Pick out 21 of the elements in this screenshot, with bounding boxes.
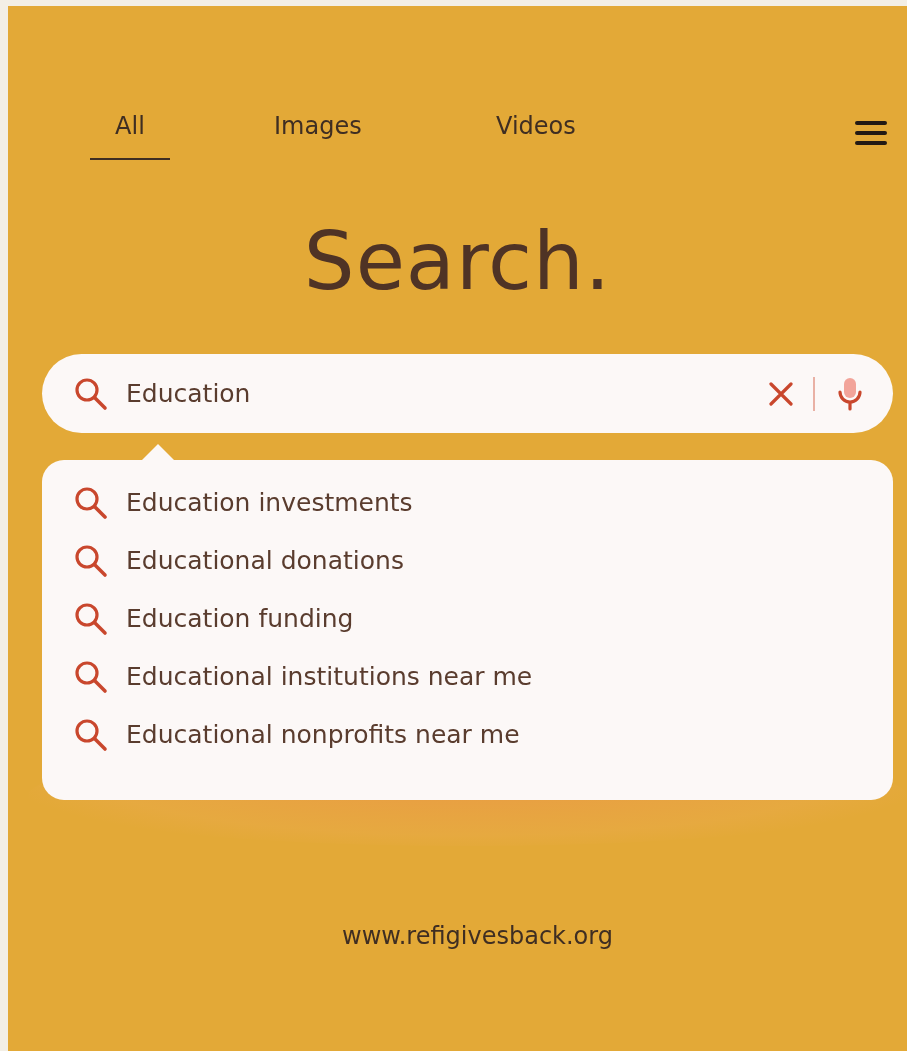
suggestion[interactable]: Education investments xyxy=(126,484,413,522)
search-input[interactable]: Education xyxy=(108,374,769,413)
tab[interactable]: Videos xyxy=(496,108,576,160)
tab[interactable]: Images xyxy=(274,108,362,160)
search-icon xyxy=(74,376,108,411)
microphone-icon[interactable] xyxy=(837,376,863,411)
search-icon xyxy=(74,660,108,694)
suggestion[interactable]: Education funding xyxy=(126,600,354,638)
search-icon xyxy=(74,602,108,636)
search-icon xyxy=(74,718,108,752)
search-field[interactable]: Education xyxy=(42,354,893,433)
search-icon xyxy=(74,544,108,578)
suggestion[interactable]: Educational institutions near me xyxy=(126,658,533,696)
heading: Search. xyxy=(302,214,613,306)
clear-icon[interactable] xyxy=(769,381,793,406)
menu-icon[interactable] xyxy=(855,120,887,146)
tab[interactable]: All xyxy=(90,108,170,160)
search-icon xyxy=(74,486,108,520)
suggestion[interactable]: Educational donations xyxy=(126,542,404,580)
suggestion[interactable]: Educational nonprofits near me xyxy=(126,716,520,754)
website-url: www.refigivesback.org xyxy=(342,922,613,950)
